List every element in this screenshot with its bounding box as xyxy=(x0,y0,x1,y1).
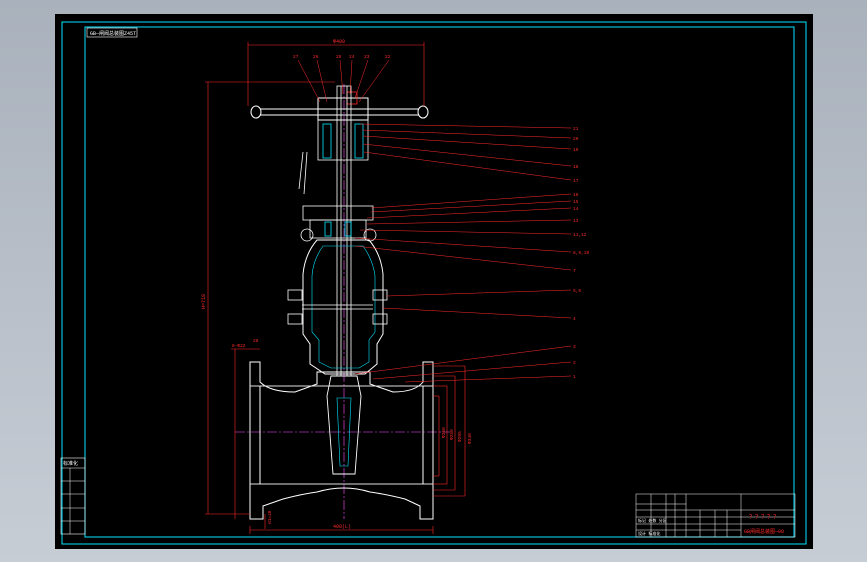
callout-11-12: 11,12 xyxy=(573,232,587,238)
inner-frame xyxy=(84,26,795,538)
dim-flange-mark: 8-Φ22 xyxy=(232,343,246,349)
dim-overall-height: H=718 xyxy=(201,294,207,309)
title-block-drawing-no: GB闸阀总装图—00 xyxy=(744,528,784,535)
callout-16: 16 xyxy=(573,192,579,198)
valve-assembly-drawing: GB—闸阀总装图Z45T 标准化 ？？？？？ GB闸阀总装图—00 标记 处数 … xyxy=(60,21,807,545)
callout-14: 14 xyxy=(573,206,579,212)
callout-8-9-10: 8,9,10 xyxy=(573,250,590,256)
top-callout-labels: 27 26 25 24 23 22 xyxy=(293,54,391,60)
dim-bottom-height: H1=40 xyxy=(267,510,273,524)
dimension-lines xyxy=(205,42,466,534)
callout-23: 23 xyxy=(364,54,370,60)
callout-26: 26 xyxy=(313,54,319,60)
handwheel xyxy=(250,97,429,121)
packing-gland xyxy=(300,205,377,242)
right-callout-labels: 21 20 19 18 17 16 15 14 13 11,12 8,9,10 … xyxy=(573,126,590,380)
stem-nut-assembly xyxy=(298,91,369,195)
callout-19: 19 xyxy=(573,147,579,153)
dim-top-width: Φ400 xyxy=(333,39,345,45)
callout-27: 27 xyxy=(293,54,299,60)
callout-7: 7 xyxy=(573,268,576,274)
callout-2: 2 xyxy=(573,360,576,366)
dim-bottom-width: 400(L) xyxy=(333,524,351,530)
title-label: GB—闸阀总装图Z45T xyxy=(90,30,136,37)
left-strip-header: 标准化 xyxy=(63,460,78,467)
drawing-sheet: GB—闸阀总装图Z45T 标准化 ？？？？？ GB闸阀总装图—00 标记 处数 … xyxy=(55,14,813,549)
callout-1: 1 xyxy=(573,374,576,380)
left-strip-table: 标准化 xyxy=(60,457,86,535)
callout-13: 13 xyxy=(573,218,579,224)
callout-24: 24 xyxy=(349,54,355,60)
callout-4: 4 xyxy=(573,316,576,322)
dim-flange-dia-1: Φ340 xyxy=(467,433,473,444)
dim-flange-thickness: 28 xyxy=(253,338,259,344)
callout-22: 22 xyxy=(385,54,391,60)
bonnet-inner xyxy=(311,245,376,369)
valve-body xyxy=(249,361,434,520)
top-callout-leaders xyxy=(297,59,390,103)
callout-20: 20 xyxy=(573,136,579,142)
callout-3: 3 xyxy=(573,344,576,350)
callout-21: 21 xyxy=(573,126,579,132)
dim-flange-dia-2: Φ295 xyxy=(457,431,463,442)
title-block-row-2: 设计 标准化 xyxy=(638,530,660,537)
callout-15: 15 xyxy=(573,199,579,205)
title-block-title: ？？？？？ xyxy=(749,514,779,521)
dim-flange-dia-3: Φ250 xyxy=(449,429,455,440)
callout-5-6: 5,6 xyxy=(573,288,581,294)
callout-25: 25 xyxy=(336,54,342,60)
title-block-row-1: 标记 处数 分区 xyxy=(638,517,667,524)
right-callout-leaders xyxy=(354,123,572,383)
outer-frame xyxy=(61,21,807,545)
callout-17: 17 xyxy=(573,178,579,184)
callout-18: 18 xyxy=(573,164,579,170)
dim-flange-dia-4: Φ200 xyxy=(441,427,447,438)
